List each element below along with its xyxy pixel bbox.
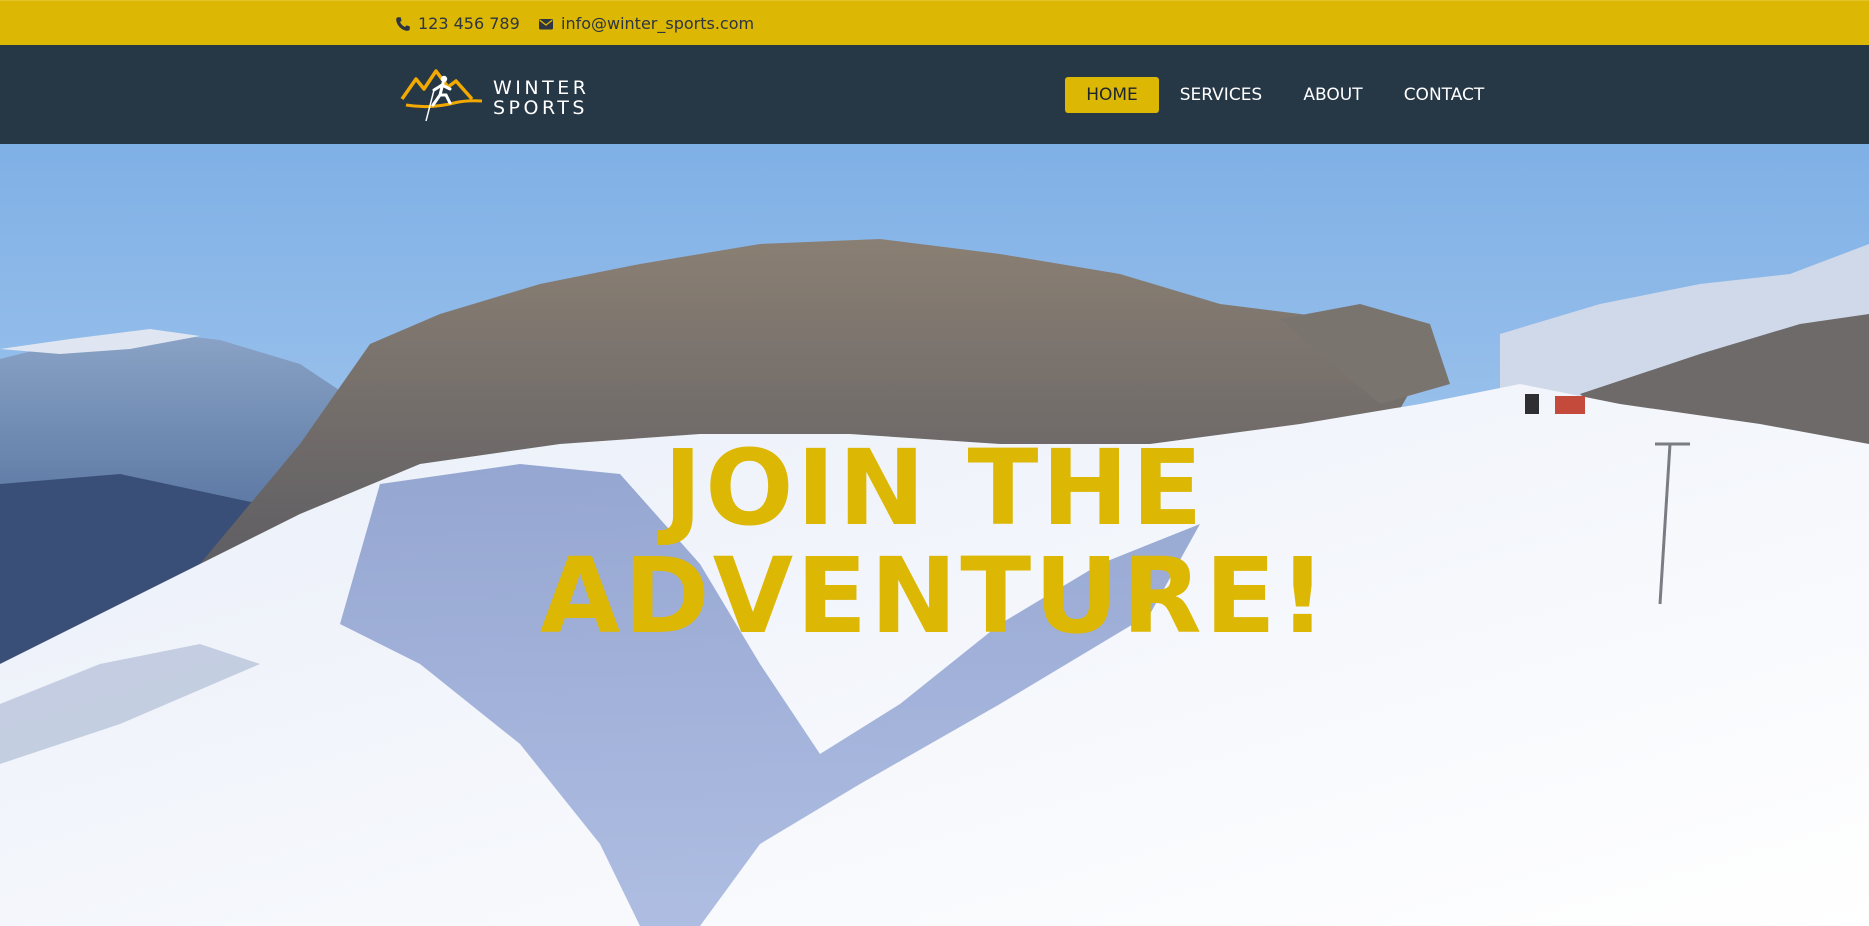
nav-services[interactable]: SERVICES [1158, 77, 1284, 113]
top-contact-bar: 123 456 789 info@winter_sports.com [0, 0, 1869, 45]
brand-line-2: SPORTS [493, 97, 588, 119]
hero-line-2: ADVENTURE! [539, 535, 1330, 657]
hero-banner: JOIN THE ADVENTURE! [0, 144, 1869, 926]
brand-logo[interactable]: WINTER SPORTS [400, 65, 600, 125]
nav-contact[interactable]: CONTACT [1383, 77, 1505, 113]
main-navbar: WINTER SPORTS HOME SERVICES ABOUT CONTAC… [0, 45, 1869, 144]
nav-home[interactable]: HOME [1065, 77, 1159, 113]
phone-contact[interactable]: 123 456 789 [395, 1, 520, 46]
phone-icon [396, 16, 410, 31]
brand-line-1: WINTER [493, 77, 590, 99]
email-address: info@winter_sports.com [561, 14, 755, 33]
hero-headline: JOIN THE ADVENTURE! [0, 434, 1869, 650]
email-contact[interactable]: info@winter_sports.com [538, 1, 754, 46]
envelope-icon [539, 18, 553, 29]
phone-number: 123 456 789 [418, 14, 520, 33]
hero-line-1: JOIN THE [663, 427, 1206, 549]
nav-about[interactable]: ABOUT [1283, 77, 1383, 113]
mountain-skier-logo [400, 69, 483, 122]
brand-name: WINTER SPORTS [493, 78, 589, 118]
